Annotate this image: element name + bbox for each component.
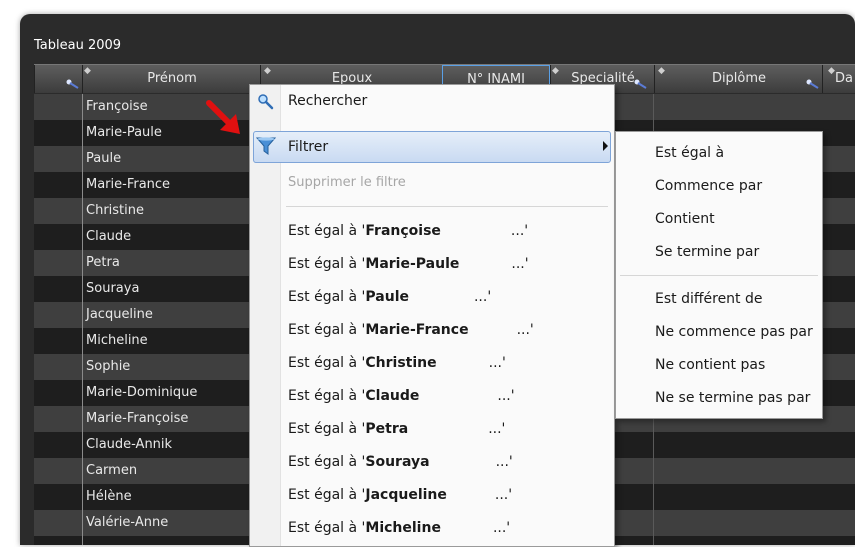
cell-prenom[interactable]: Claude-Annik — [86, 432, 172, 458]
submenu-item-not-ends-with[interactable]: Ne se termine pas par — [655, 390, 810, 406]
cell-prenom[interactable]: Paule — [86, 146, 121, 172]
menu-item-equals[interactable]: Est égal à 'Paule ...' — [288, 289, 491, 305]
cell-prenom[interactable]: Hélène — [86, 484, 132, 510]
column-header-diplome[interactable]: Diplôme — [654, 65, 823, 93]
cell-prenom[interactable]: Micheline — [86, 328, 148, 354]
submenu-item-contains[interactable]: Contient — [655, 211, 715, 227]
cell-prenom[interactable]: Jacqueline — [86, 302, 153, 328]
submenu-item-not-equal[interactable]: Est différent de — [655, 291, 763, 307]
menu-item-equals[interactable]: Est égal à 'Micheline ...' — [288, 520, 510, 536]
column-header-da[interactable]: Da — [822, 65, 855, 93]
menu-item-equals[interactable]: Est égal à 'Françoise ...' — [288, 223, 528, 239]
cell-prenom[interactable]: Marie-Françoise — [86, 406, 188, 432]
table-caption: Tableau 2009 — [34, 38, 122, 53]
column-tool-icon[interactable] — [806, 79, 820, 89]
magnifier-icon — [258, 94, 274, 110]
menu-item-equals[interactable]: Est égal à 'Claude ...' — [288, 388, 515, 404]
cell-prenom[interactable]: Marie-Paule — [86, 120, 162, 146]
column-tool-icon[interactable] — [634, 79, 648, 89]
menu-item-equals[interactable]: Est égal à 'Marie-Paule ...' — [288, 256, 529, 272]
menu-separator — [286, 206, 608, 207]
submenu-separator — [620, 275, 818, 276]
submenu-item-equals[interactable]: Est égal à — [655, 145, 724, 161]
cell-prenom[interactable]: Carmen — [86, 458, 137, 484]
menu-item-equals[interactable]: Est égal à 'Marie-France ...' — [288, 322, 534, 338]
submenu-item-not-contains[interactable]: Ne contient pas — [655, 357, 765, 373]
menu-item-search[interactable]: Rechercher — [288, 93, 367, 109]
context-menu: Rechercher Filtrer Supprimer le filtre E… — [249, 84, 615, 547]
cell-prenom[interactable]: Petra — [86, 250, 120, 276]
cell-prenom[interactable]: Sophie — [86, 354, 130, 380]
cell-prenom[interactable]: Marie-France — [86, 172, 170, 198]
cell-prenom[interactable]: Christine — [86, 198, 144, 224]
menu-item-equals[interactable]: Est égal à 'Souraya ...' — [288, 454, 513, 470]
cell-prenom[interactable]: Souraya — [86, 276, 139, 302]
funnel-icon — [256, 137, 276, 155]
menu-item-equals[interactable]: Est égal à 'Christine ...' — [288, 355, 506, 371]
resize-handle-icon[interactable]: ◆ — [264, 67, 271, 76]
cell-prenom[interactable]: Françoise — [86, 94, 148, 120]
filter-submenu: Est égal à Commence par Contient Se term… — [615, 131, 823, 419]
menu-item-filter[interactable]: Filtrer — [288, 139, 328, 155]
resize-handle-icon[interactable]: ◆ — [658, 67, 665, 76]
submenu-arrow-icon — [603, 141, 608, 151]
menu-item-equals[interactable]: Est égal à 'Jacqueline ...' — [288, 487, 512, 503]
resize-handle-icon[interactable]: ◆ — [552, 67, 559, 76]
submenu-item-ends-with[interactable]: Se termine par — [655, 244, 759, 260]
column-header-prenom[interactable]: Prénom — [82, 65, 261, 93]
menu-item-remove-filter: Supprimer le filtre — [288, 175, 406, 190]
resize-handle-icon[interactable]: ◆ — [828, 67, 835, 76]
submenu-item-starts-with[interactable]: Commence par — [655, 178, 762, 194]
submenu-item-not-starts-with[interactable]: Ne commence pas par — [655, 324, 813, 340]
cell-prenom[interactable]: Claude — [86, 224, 131, 250]
red-arrow-icon — [206, 100, 240, 134]
menu-item-equals[interactable]: Est égal à 'Petra ...' — [288, 421, 505, 437]
cell-prenom[interactable]: Marie-Dominique — [86, 380, 197, 406]
cell-prenom[interactable]: Valérie-Anne — [86, 510, 168, 536]
resize-handle-icon[interactable]: ◆ — [84, 67, 91, 76]
column-tool-icon[interactable] — [66, 79, 80, 89]
